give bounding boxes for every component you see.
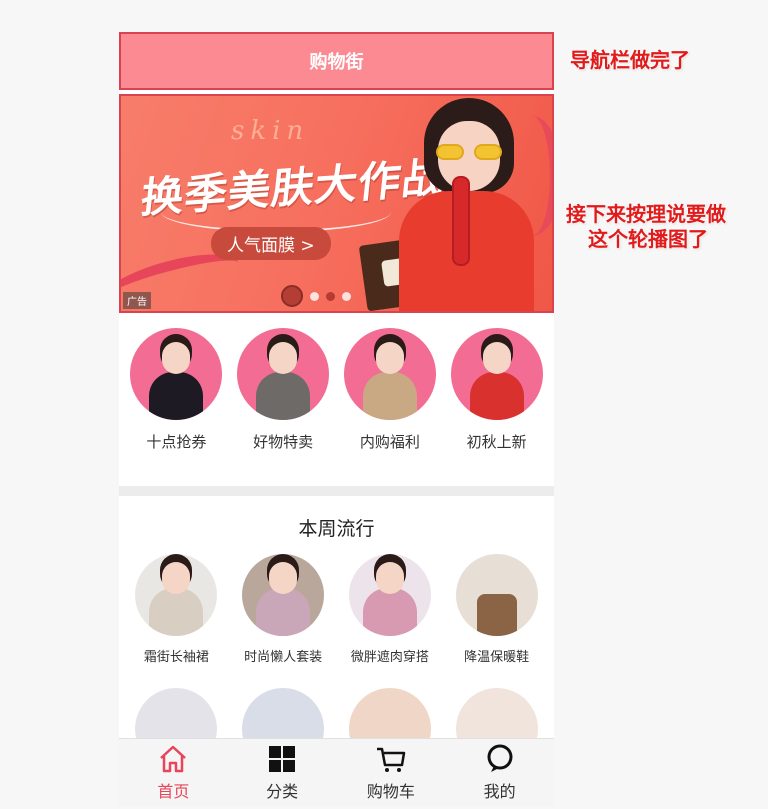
carousel-dot[interactable] (342, 291, 351, 301)
trending-image (455, 554, 538, 636)
trending-grid: 霜街长袖裙 时尚懒人套装 微胖遮肉穿搭 降温保暖鞋 (119, 540, 554, 665)
carousel-indicator[interactable] (281, 285, 351, 307)
carousel-dot[interactable] (326, 291, 335, 301)
annotation-note: 导航栏做完了 (570, 48, 690, 72)
tab-profile[interactable]: 我的 (455, 744, 545, 802)
category-label: 好物特卖 (253, 433, 314, 451)
tab-label: 购物车 (366, 782, 415, 801)
category-item[interactable]: 内购福利 (340, 328, 440, 486)
category-item[interactable]: 好物特卖 (233, 328, 333, 486)
banner-cta-button[interactable]: 人气面膜 > (211, 227, 331, 260)
trending-item[interactable]: 降温保暖鞋 (447, 554, 547, 665)
trending-label: 霜街长袖裙 (143, 650, 209, 665)
nav-bar: 购物街 (119, 32, 554, 90)
trending-label: 微胖遮肉穿搭 (350, 650, 429, 665)
cart-icon (376, 744, 406, 774)
ad-badge: 广告 (123, 292, 151, 309)
banner-arc-line (161, 192, 391, 232)
banner-script-text: skin (231, 116, 310, 146)
trending-image (242, 554, 325, 636)
annotation-note: 这个轮播图了 (588, 227, 708, 251)
category-item[interactable]: 初秋上新 (447, 328, 547, 486)
phone-frame: 购物街 skin 换季美肤大作战 人气面膜 > 广告 十点抢券 好物特卖 内购福… (119, 32, 554, 807)
trending-label: 时尚懒人套装 (244, 650, 323, 665)
category-image (237, 328, 330, 420)
tab-label: 我的 (483, 782, 516, 801)
carousel-dot[interactable] (310, 291, 319, 301)
category-label: 初秋上新 (466, 433, 527, 451)
tab-home[interactable]: 首页 (128, 744, 218, 802)
tab-label: 首页 (157, 782, 190, 801)
tab-bar: 首页 分类 购物车 我的 (119, 738, 554, 807)
weekly-trending-section: 本周流行 霜街长袖裙 时尚懒人套装 微胖遮肉穿搭 降温保暖鞋 (119, 496, 554, 770)
category-image (343, 328, 436, 420)
section-title: 本周流行 (298, 518, 375, 540)
carousel-banner[interactable]: skin 换季美肤大作战 人气面膜 > 广告 (119, 94, 554, 313)
category-image (130, 328, 223, 420)
grid-icon (267, 744, 297, 774)
annotation-note: 接下来按理说要做 (566, 202, 726, 226)
tab-label: 分类 (266, 782, 299, 801)
carousel-dot-active[interactable] (281, 285, 303, 307)
nav-title: 购物街 (309, 52, 364, 73)
chat-bubble-icon (485, 744, 515, 774)
section-divider (119, 486, 554, 496)
trending-item[interactable]: 微胖遮肉穿搭 (340, 554, 440, 665)
category-label: 内购福利 (359, 433, 420, 451)
category-image (450, 328, 543, 420)
trending-item[interactable]: 时尚懒人套装 (233, 554, 333, 665)
trending-label: 降温保暖鞋 (464, 650, 530, 665)
trending-image (135, 554, 218, 636)
category-row: 十点抢券 好物特卖 内购福利 初秋上新 (119, 318, 554, 486)
home-icon (158, 744, 188, 774)
category-item[interactable]: 十点抢券 (126, 328, 226, 486)
tab-cart[interactable]: 购物车 (346, 744, 436, 802)
tab-category[interactable]: 分类 (237, 744, 327, 802)
trending-image (348, 554, 431, 636)
trending-item[interactable]: 霜街长袖裙 (126, 554, 226, 665)
model-image (394, 96, 534, 311)
category-label: 十点抢券 (146, 433, 207, 451)
